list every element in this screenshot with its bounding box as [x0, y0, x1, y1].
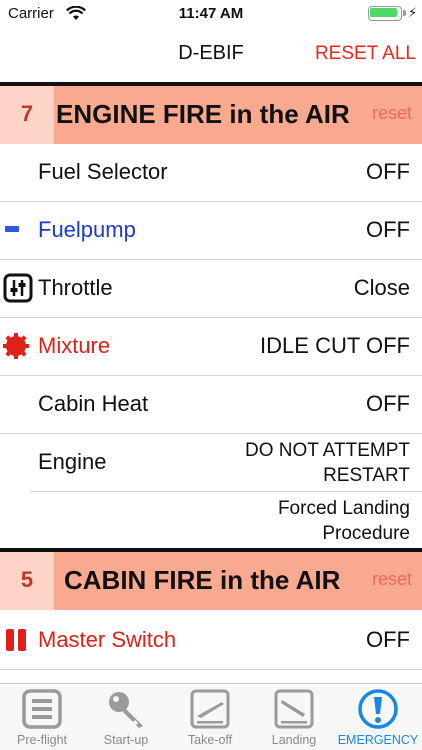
tab-label: Take-off — [187, 733, 233, 747]
tab-emergency[interactable]: EMERGENCY — [336, 684, 420, 750]
battery-icon: ⚡ — [368, 5, 417, 22]
exclamation-icon — [357, 688, 399, 730]
row-value: OFF — [366, 391, 410, 416]
tab-landing[interactable]: Landing — [252, 684, 336, 750]
row-label: Cabin Heat — [38, 391, 149, 416]
row-value-line: Forced Landing — [277, 498, 410, 519]
row-value: OFF — [366, 627, 410, 652]
section-header-engine-fire: 7 ENGINE FIRE in the AIR reset — [0, 82, 422, 144]
row-value: OFF — [366, 159, 410, 184]
row-value-line: DO NOT ATTEMPT — [244, 440, 410, 461]
section-number: 7 — [20, 101, 34, 126]
checklist-row-fuel-selector[interactable]: Fuel Selector OFF — [0, 144, 422, 202]
section-title: CABIN FIRE in the AIR — [64, 565, 341, 595]
navigation-bar: D-EBIF RESET ALL — [0, 28, 422, 80]
status-time: 11:47 AM — [178, 5, 244, 22]
row-label: Master Switch — [38, 627, 177, 652]
checklist-icon — [21, 688, 63, 730]
row-value-line: Procedure — [322, 523, 410, 544]
checklist-row-engine[interactable]: Engine DO NOT ATTEMPT RESTART — [0, 434, 422, 492]
red-switch-icon — [3, 627, 29, 658]
reset-all-button[interactable]: RESET ALL — [315, 43, 416, 65]
checklist-row-forced-landing[interactable]: Forced Landing Procedure — [0, 492, 422, 546]
row-label: Fuel Selector — [38, 159, 168, 184]
row-value: DO NOT ATTEMPT RESTART — [245, 438, 410, 488]
tab-start-up[interactable]: Start-up — [84, 684, 168, 750]
checklist-row-mixture[interactable]: Mixture IDLE CUT OFF — [0, 318, 422, 376]
tab-label: Start-up — [103, 733, 149, 747]
takeoff-icon — [189, 688, 231, 730]
row-value: Close — [353, 275, 410, 300]
section-reset-button[interactable]: reset — [372, 103, 412, 124]
section-header-cabin-fire: 5 CABIN FIRE in the AIR reset — [0, 548, 422, 610]
row-label: Engine — [38, 449, 107, 474]
red-gear-icon — [2, 332, 30, 365]
row-value: OFF — [366, 217, 410, 242]
section-reset-button[interactable]: reset — [372, 569, 412, 590]
throttle-icon — [3, 273, 33, 308]
tab-pre-flight[interactable]: Pre-flight — [0, 684, 84, 750]
tab-label: Landing — [271, 733, 317, 747]
status-bar: Carrier 11:47 AM ⚡ — [0, 0, 422, 28]
checklist-row-throttle[interactable]: Throttle Close — [0, 260, 422, 318]
row-value: Forced Landing Procedure — [278, 496, 410, 546]
tab-take-off[interactable]: Take-off — [168, 684, 252, 750]
blue-dash-icon — [3, 218, 21, 245]
row-label: Mixture — [38, 333, 111, 358]
checklist-row-master-switch[interactable]: Master Switch OFF — [0, 612, 422, 670]
tab-label: EMERGENCY — [337, 733, 419, 747]
checklist-row-fuelpump[interactable]: Fuelpump OFF — [0, 202, 422, 260]
row-label: Throttle — [38, 275, 113, 300]
row-value-line: RESTART — [323, 465, 410, 486]
tab-bar: Pre-flight Start-up Take-off Landing EME… — [0, 683, 422, 750]
checklist-row-cabin-heat[interactable]: Cabin Heat OFF — [0, 376, 422, 434]
row-value: IDLE CUT OFF — [260, 333, 410, 358]
section-number: 5 — [20, 567, 34, 592]
row-label: Fuelpump — [38, 217, 136, 242]
key-icon — [105, 688, 147, 730]
section-title: ENGINE FIRE in the AIR — [56, 99, 350, 129]
landing-icon — [273, 688, 315, 730]
tab-label: Pre-flight — [16, 733, 68, 747]
